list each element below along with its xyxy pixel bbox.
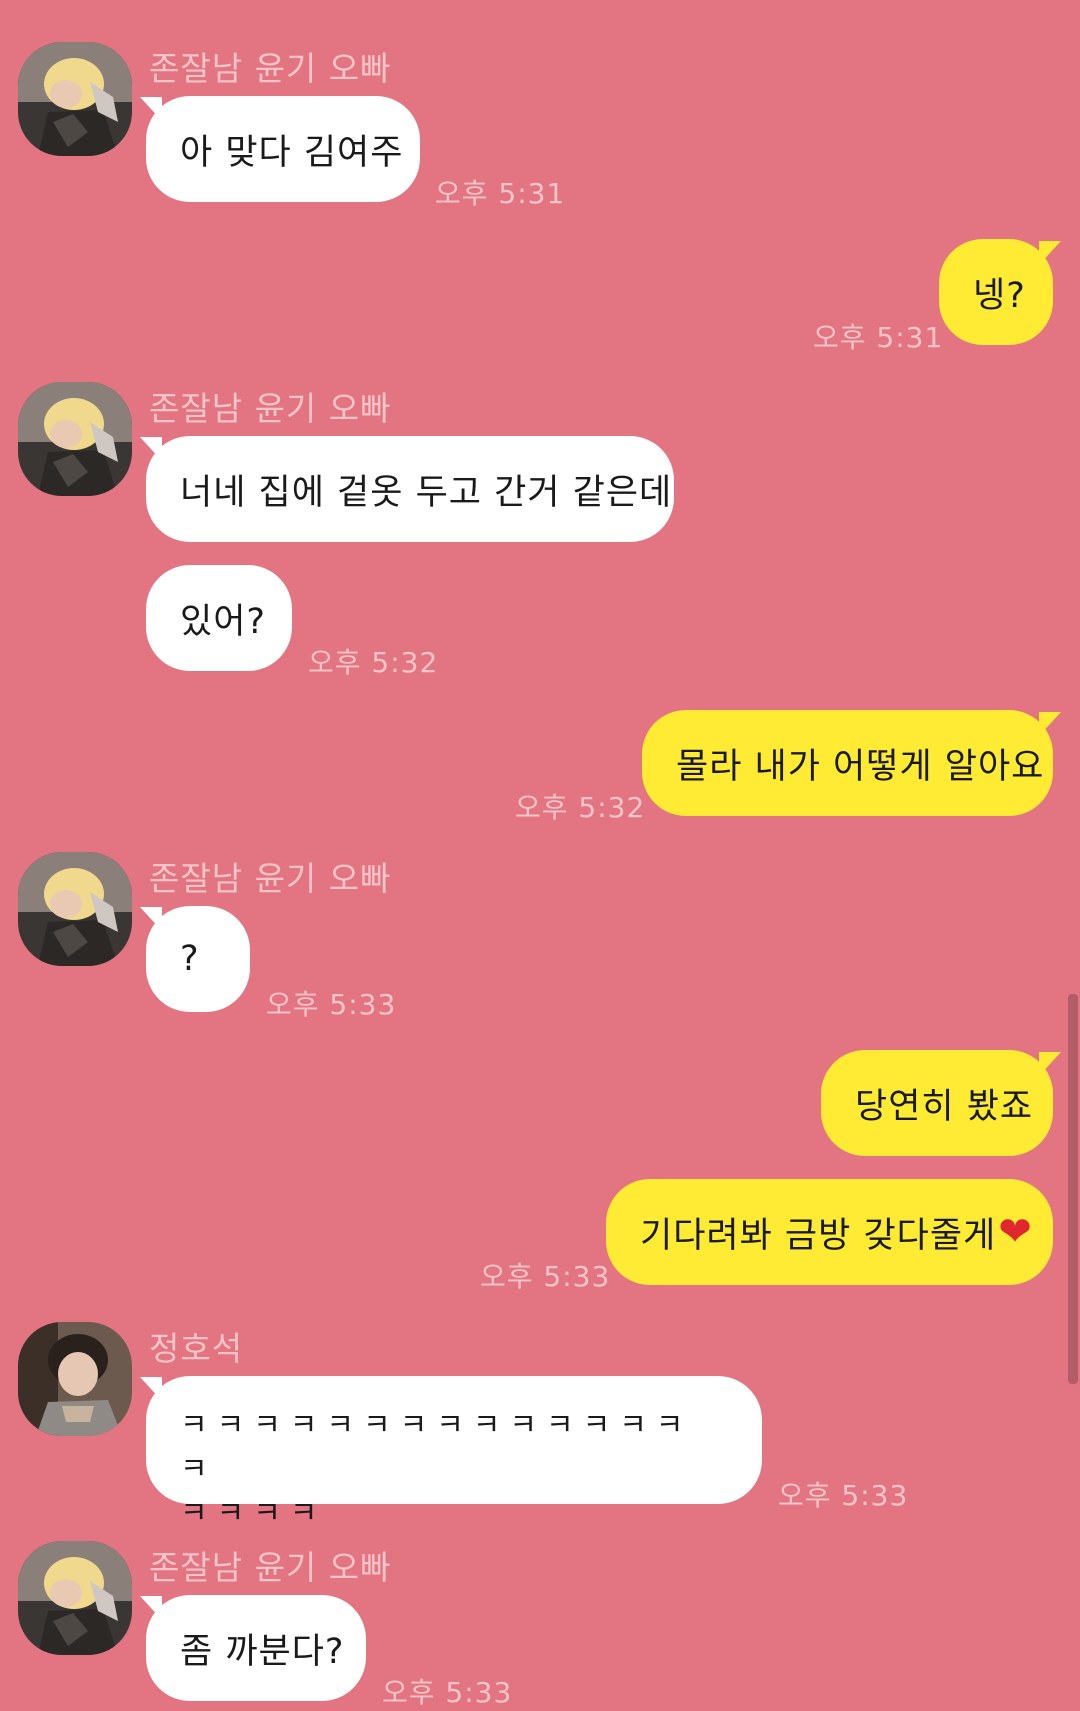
hoseok-avatar[interactable]	[18, 1322, 132, 1436]
message-bubble[interactable]: 아 맞다 김여주	[146, 96, 420, 202]
profile-photo-icon	[18, 382, 132, 496]
message-time: 오후 5:31	[813, 321, 944, 354]
profile-photo-icon	[18, 852, 132, 966]
bubble-tail	[1039, 1052, 1061, 1076]
message-bubble[interactable]: 당연히 봤죠	[821, 1050, 1053, 1156]
message-bubble[interactable]: 너네 집에 겉옷 두고 간거 같은데	[146, 436, 674, 542]
message-line: ㅋㅋㅋㅋㅋㅋㅋㅋㅋㅋㅋㅋㅋㅋㅋ	[180, 1408, 693, 1487]
sender-name: 존잘남 윤기 오빠	[149, 859, 392, 898]
message-bubble[interactable]: 좀 까분다?	[146, 1595, 366, 1701]
message-time: 오후 5:33	[778, 1479, 909, 1512]
message-time: 오후 5:32	[308, 646, 439, 679]
message-bubble[interactable]: ?	[146, 906, 250, 1012]
message-time: 오후 5:33	[382, 1676, 513, 1709]
scrollbar[interactable]	[1068, 994, 1078, 1384]
yoongi-avatar[interactable]	[18, 852, 132, 966]
message-line: ㅋㅋㅋㅋ	[180, 1496, 327, 1531]
profile-photo-icon	[18, 1322, 132, 1436]
chat-thread[interactable]: 존잘남 윤기 오빠 아 맞다 김여주 오후 5:31 넹? 오후 5:31 존잘…	[0, 0, 1080, 1711]
message-time: 오후 5:31	[435, 177, 566, 210]
message-bubble[interactable]: 몰라 내가 어떻게 알아요	[642, 710, 1053, 816]
profile-photo-icon	[18, 42, 132, 156]
message-time: 오후 5:33	[480, 1260, 611, 1293]
profile-photo-icon	[18, 1541, 132, 1655]
message-time: 오후 5:32	[515, 791, 646, 824]
message-text: 기다려봐 금방 갖다줄게	[640, 1215, 997, 1256]
message-time: 오후 5:33	[266, 988, 397, 1021]
message-bubble[interactable]: ㅋㅋㅋㅋㅋㅋㅋㅋㅋㅋㅋㅋㅋㅋㅋ ㅋㅋㅋㅋ	[146, 1376, 762, 1531]
bubble-tail	[1039, 712, 1061, 736]
heart-emoji-icon: ❤	[998, 1209, 1033, 1255]
message-bubble[interactable]: 있어?	[146, 565, 292, 671]
bubble-tail	[1039, 241, 1061, 265]
sender-name: 정호석	[149, 1329, 244, 1368]
sender-name: 존잘남 윤기 오빠	[149, 389, 392, 428]
message-bubble[interactable]: 넹?	[939, 239, 1053, 345]
yoongi-avatar[interactable]	[18, 382, 132, 496]
sender-name: 존잘남 윤기 오빠	[149, 1548, 392, 1587]
message-bubble[interactable]: 기다려봐 금방 갖다줄게 ❤	[606, 1179, 1053, 1285]
sender-name: 존잘남 윤기 오빠	[149, 49, 392, 88]
yoongi-avatar[interactable]	[18, 42, 132, 156]
yoongi-avatar[interactable]	[18, 1541, 132, 1655]
